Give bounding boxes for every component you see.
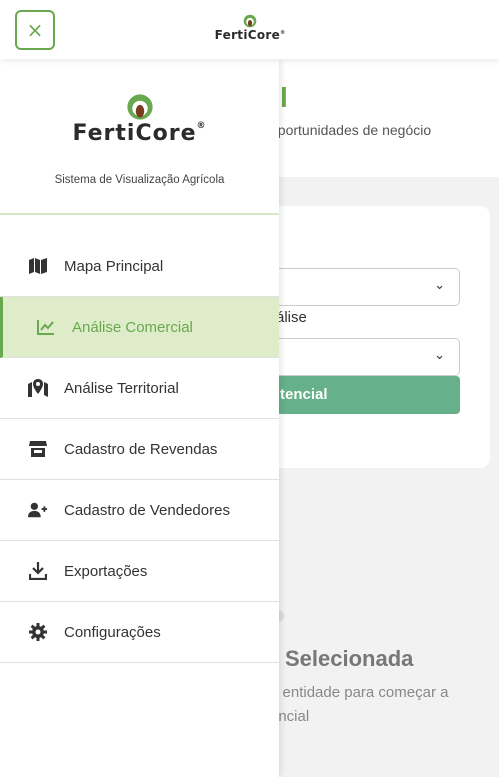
gear-icon	[28, 622, 48, 642]
logo-icon	[126, 94, 153, 120]
header-brand-name: FertiCore	[214, 28, 281, 42]
filter-card	[258, 206, 490, 468]
empty-state-text: a entidade para começar a	[270, 684, 449, 701]
sidebar-item-configuracoes[interactable]: Configurações	[0, 602, 279, 663]
page-subtitle: oportunidades de negócio	[270, 122, 432, 138]
sidebar-tagline: Sistema de Visualização Agrícola	[54, 174, 225, 186]
top-header: × FertiCore®	[0, 0, 499, 59]
map-icon	[28, 256, 48, 276]
empty-state-title: Selecionada	[285, 646, 414, 671]
store-icon	[28, 439, 48, 459]
close-menu-button[interactable]: ×	[15, 10, 55, 50]
sidebar-item-label: Análise Territorial	[64, 379, 179, 397]
sidebar-item-label: Mapa Principal	[64, 257, 164, 275]
analyze-potential-button[interactable]: tencial	[260, 376, 460, 414]
user-plus-icon	[28, 500, 48, 520]
chart-line-icon	[36, 317, 56, 337]
sidebar-item-label: Configurações	[64, 623, 161, 641]
registered-mark: ®	[280, 30, 286, 36]
sidebar-item-cadastro-vendedores[interactable]: Cadastro de Vendedores	[0, 480, 279, 541]
sidebar: FertiCore® Sistema de Visualização Agríc…	[0, 59, 279, 777]
registered-mark: ®	[196, 121, 207, 131]
sidebar-item-analise-comercial[interactable]: Análise Comercial	[0, 297, 279, 358]
logo-icon	[243, 14, 257, 28]
analysis-type-label: álise	[276, 309, 307, 326]
sidebar-item-label: Análise Comercial	[72, 318, 193, 336]
analysis-type-select[interactable]: ⌄	[260, 338, 460, 376]
sidebar-item-cadastro-revendas[interactable]: Cadastro de Revendas	[0, 419, 279, 480]
page-title: l	[280, 82, 288, 113]
sidebar-item-exportacoes[interactable]: Exportações	[0, 541, 279, 602]
sidebar-header: FertiCore® Sistema de Visualização Agríc…	[0, 59, 279, 215]
sidebar-brand-name: FertiCore	[72, 121, 197, 146]
close-icon: ×	[26, 18, 44, 42]
sidebar-item-label: Exportações	[64, 562, 148, 580]
sidebar-item-mapa-principal[interactable]: Mapa Principal	[0, 236, 279, 297]
chevron-down-icon: ⌄	[434, 278, 445, 293]
empty-state-text: encial	[270, 708, 310, 725]
sidebar-item-analise-territorial[interactable]: Análise Territorial	[0, 358, 279, 419]
download-icon	[28, 561, 48, 581]
entity-select[interactable]: ⌄	[260, 268, 460, 306]
header-logo[interactable]: FertiCore®	[212, 14, 288, 42]
map-marker-icon	[28, 378, 48, 398]
chevron-down-icon: ⌄	[434, 348, 445, 363]
sidebar-item-label: Cadastro de Vendedores	[64, 501, 230, 519]
sidebar-item-label: Cadastro de Revendas	[64, 440, 218, 458]
